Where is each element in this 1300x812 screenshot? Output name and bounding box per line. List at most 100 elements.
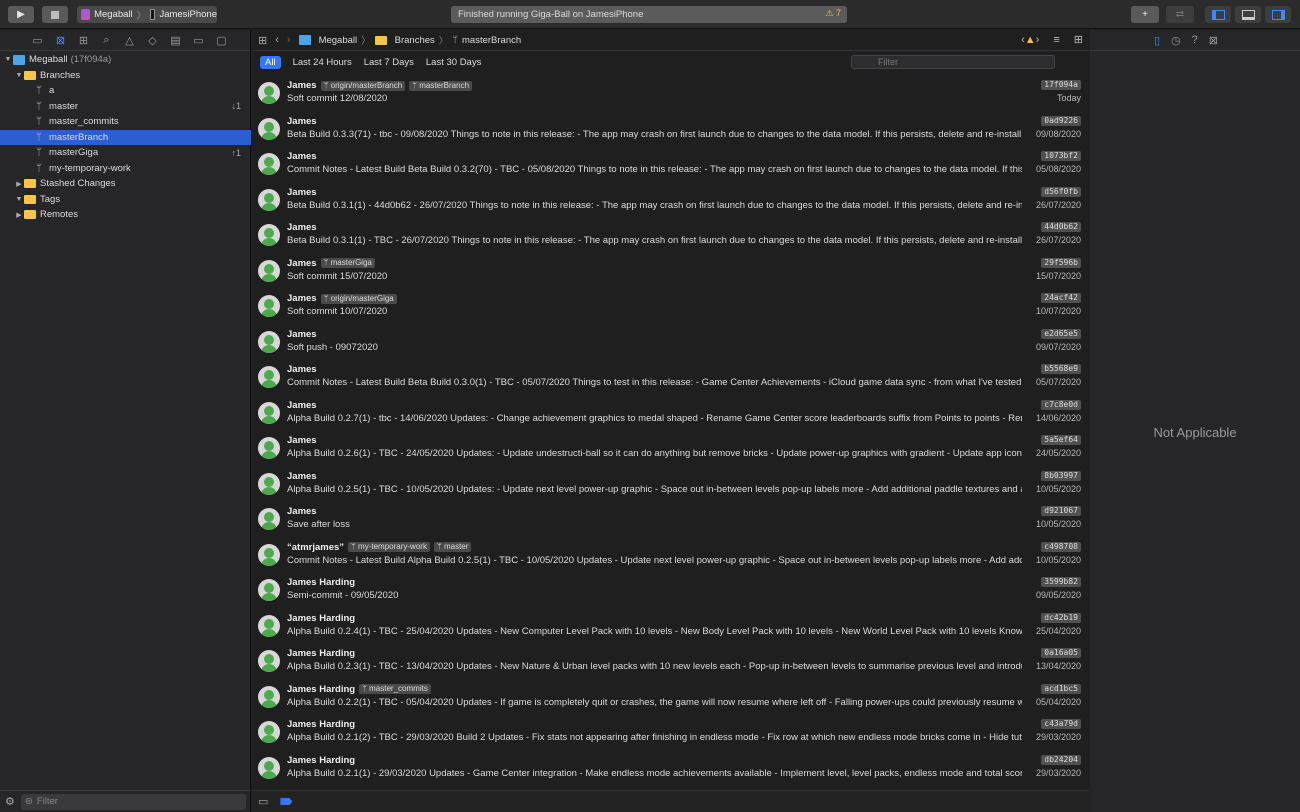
image-icon[interactable]: ▭: [258, 795, 268, 808]
disclosure-collapsed-icon[interactable]: ▶: [14, 180, 24, 188]
chevron-left-icon[interactable]: ‹: [275, 34, 279, 46]
commit-date: 26/07/2020: [1035, 235, 1081, 245]
breakpoint-navigator-tab[interactable]: ▭: [187, 32, 210, 48]
avatar: [258, 153, 280, 175]
tree-item-folder[interactable]: ▶ Remotes: [0, 207, 251, 223]
history-inspector-icon[interactable]: ◷: [1171, 34, 1181, 47]
warning-count[interactable]: ⚠ 7: [825, 8, 841, 19]
add-editor-icon[interactable]: ⊞: [1074, 33, 1083, 46]
disclosure-expanded-icon[interactable]: ▼: [3, 56, 13, 63]
grid-icon[interactable]: ⊞: [258, 34, 267, 47]
breadcrumb-separator: 〉: [438, 36, 449, 47]
commit-row[interactable]: James ᛘ masterGiga Soft commit 15/07/2020 2…: [252, 254, 1089, 290]
tree-item-branch[interactable]: ᛘa: [0, 83, 251, 99]
filter-last-7-days-button[interactable]: Last 7 Days: [364, 57, 414, 68]
commit-message: Alpha Build 0.2.3(1) - TBC - 13/04/2020 …: [287, 661, 1022, 672]
stop-button[interactable]: [42, 6, 68, 23]
commit-row[interactable]: James Soft push - 09072020 e2d65e5 09/07/20…: [252, 325, 1089, 361]
code-review-button[interactable]: ⇄: [1166, 6, 1194, 23]
commit-row[interactable]: James Alpha Build 0.2.6(1) - TBC - 24/05/…: [252, 431, 1089, 467]
filter-all-button[interactable]: All: [260, 55, 281, 69]
commit-row[interactable]: James Harding ᛘ master_commits Alpha Build…: [252, 680, 1089, 716]
library-button[interactable]: +: [1131, 6, 1159, 23]
test-navigator-tab[interactable]: ◇: [141, 32, 164, 48]
app-icon: [81, 9, 91, 20]
activity-viewer[interactable]: Finished running Giga-Ball on JamesiPhon…: [451, 6, 847, 23]
commit-hash: c43a79d: [1041, 719, 1081, 729]
commit-row[interactable]: James Commit Notes - Latest Build Beta Bu…: [252, 360, 1089, 396]
inspector-panel: ▯ ◷ ? ⊠ Not Applicable: [1090, 30, 1300, 812]
commit-row[interactable]: James Alpha Build 0.2.5(1) - TBC - 10/05/…: [252, 467, 1089, 503]
report-navigator-tab[interactable]: ▢: [210, 32, 233, 48]
commit-row[interactable]: James Alpha Build 0.2.7(1) - tbc - 14/06/…: [252, 396, 1089, 432]
commit-row[interactable]: James Beta Build 0.3.3(71) - tbc - 09/08/…: [252, 112, 1089, 148]
tree-item-folder[interactable]: ▼ Branches: [0, 68, 251, 84]
commit-row[interactable]: James Harding Alpha Build 0.2.1(2) - TBC …: [252, 715, 1089, 751]
breadcrumb-branch[interactable]: ᛘ masterBranch: [452, 35, 521, 46]
tree-item-branch[interactable]: ᛘ master_commits: [0, 114, 251, 130]
source-control-navigator-tab[interactable]: ⊠: [49, 32, 72, 48]
commit-author: James: [287, 186, 317, 198]
inspector-placeholder: Not Applicable: [1153, 425, 1237, 440]
run-button[interactable]: ▶: [8, 6, 34, 23]
tag-filter-icon[interactable]: [280, 798, 293, 805]
commit-hash: e2d65e5: [1041, 328, 1081, 339]
identity-inspector-icon[interactable]: ⊠: [1209, 34, 1218, 47]
tree-item-branch[interactable]: ᛘ master ↓1: [0, 99, 251, 115]
branch-tag: ᛘ masterGiga: [320, 258, 375, 268]
chevron-right-icon[interactable]: ›: [287, 34, 291, 46]
issue-navigator-tab[interactable]: △: [118, 32, 141, 48]
commit-row[interactable]: “atmrjames” ᛘ my-temporary-work ᛘ master Co…: [252, 538, 1089, 574]
filter-last-30-days-button[interactable]: Last 30 Days: [426, 57, 481, 68]
commit-hash: d921067: [1041, 506, 1081, 516]
commit-history-list: James ᛘ origin/masterBranch ᛘ masterBranch…: [252, 76, 1089, 786]
commit-hash: b5568e9: [1041, 364, 1081, 374]
tree-item-folder[interactable]: ▶ Stashed Changes: [0, 176, 251, 192]
commit-row[interactable]: James ᛘ origin/masterBranch ᛘ masterBranch…: [252, 76, 1089, 112]
commit-row[interactable]: James Harding Alpha Build 0.2.1(1) - 29/0…: [252, 751, 1089, 787]
filter-last-24-hours-button[interactable]: Last 24 Hours: [293, 57, 352, 68]
symbol-navigator-tab[interactable]: ⊞: [72, 32, 95, 48]
commit-row[interactable]: James Save after loss d921067 10/05/2020: [252, 502, 1089, 538]
commit-row[interactable]: James Commit Notes - Latest Build Beta Bu…: [252, 147, 1089, 183]
disclosure-expanded-icon[interactable]: ▼: [14, 72, 24, 79]
commit-row[interactable]: James Harding Alpha Build 0.2.3(1) - TBC …: [252, 644, 1089, 680]
debug-navigator-tab[interactable]: ▤: [164, 32, 187, 48]
scheme-selector[interactable]: Megaball 〉 JamesiPhone: [77, 6, 217, 23]
breadcrumb-repo[interactable]: Megaball: [298, 35, 357, 46]
disclosure-expanded-icon[interactable]: ▼: [14, 196, 24, 203]
navigator-filter-field[interactable]: ⊜ Filter: [20, 793, 246, 810]
tree-item-repo[interactable]: ▼ Megaball (17f094a): [0, 52, 251, 68]
toggle-inspector-button[interactable]: [1265, 6, 1291, 23]
history-filter-field[interactable]: Filter: [851, 55, 1055, 69]
project-navigator-tab[interactable]: ▭: [26, 32, 49, 48]
settings-icon[interactable]: ⚙: [5, 795, 15, 808]
find-navigator-tab[interactable]: ⌕: [95, 32, 118, 48]
issue-navigation-control[interactable]: ‹▲›: [1021, 34, 1039, 46]
branch-icon: ᛘ: [36, 85, 42, 97]
toggle-navigator-button[interactable]: [1205, 6, 1231, 23]
help-icon[interactable]: ?: [1192, 34, 1198, 46]
tree-item-label: masterBranch: [49, 131, 109, 143]
tree-item-folder[interactable]: ▼ Tags: [0, 192, 251, 208]
disclosure-collapsed-icon[interactable]: ▶: [14, 211, 24, 219]
commit-row[interactable]: James Harding Semi-commit - 09/05/2020 359…: [252, 573, 1089, 609]
commit-row[interactable]: James Beta Build 0.3.1(1) - TBC - 26/07/2…: [252, 218, 1089, 254]
commit-date: 29/03/2020: [1035, 732, 1081, 742]
tree-item-branch[interactable]: ᛘ masterGiga ↑1: [0, 145, 251, 161]
commit-author: James Harding: [287, 648, 356, 659]
commit-author: James Harding: [287, 719, 356, 730]
commit-row[interactable]: James Beta Build 0.3.1(1) - 44d0b62 - 26/…: [252, 183, 1089, 219]
editor-options-icon[interactable]: ≡: [1053, 34, 1059, 46]
commit-author: “atmrjames”: [287, 541, 345, 553]
tree-item-branch[interactable]: ᛘ masterBranch: [0, 129, 251, 145]
commit-hash: db24204: [1041, 754, 1081, 765]
diamond-icon: ◇: [148, 34, 157, 47]
tree-item-branch[interactable]: ᛘ my-temporary-work: [0, 161, 251, 177]
commit-row[interactable]: James ᛘ origin/masterGiga Soft commit 10/0…: [252, 289, 1089, 325]
breadcrumb-branches[interactable]: Branches: [374, 35, 435, 46]
file-inspector-icon[interactable]: ▯: [1154, 34, 1160, 47]
plus-icon: +: [1142, 9, 1148, 20]
toggle-debug-area-button[interactable]: [1235, 6, 1261, 23]
commit-row[interactable]: James Harding Alpha Build 0.2.4(1) - TBC …: [252, 609, 1089, 645]
